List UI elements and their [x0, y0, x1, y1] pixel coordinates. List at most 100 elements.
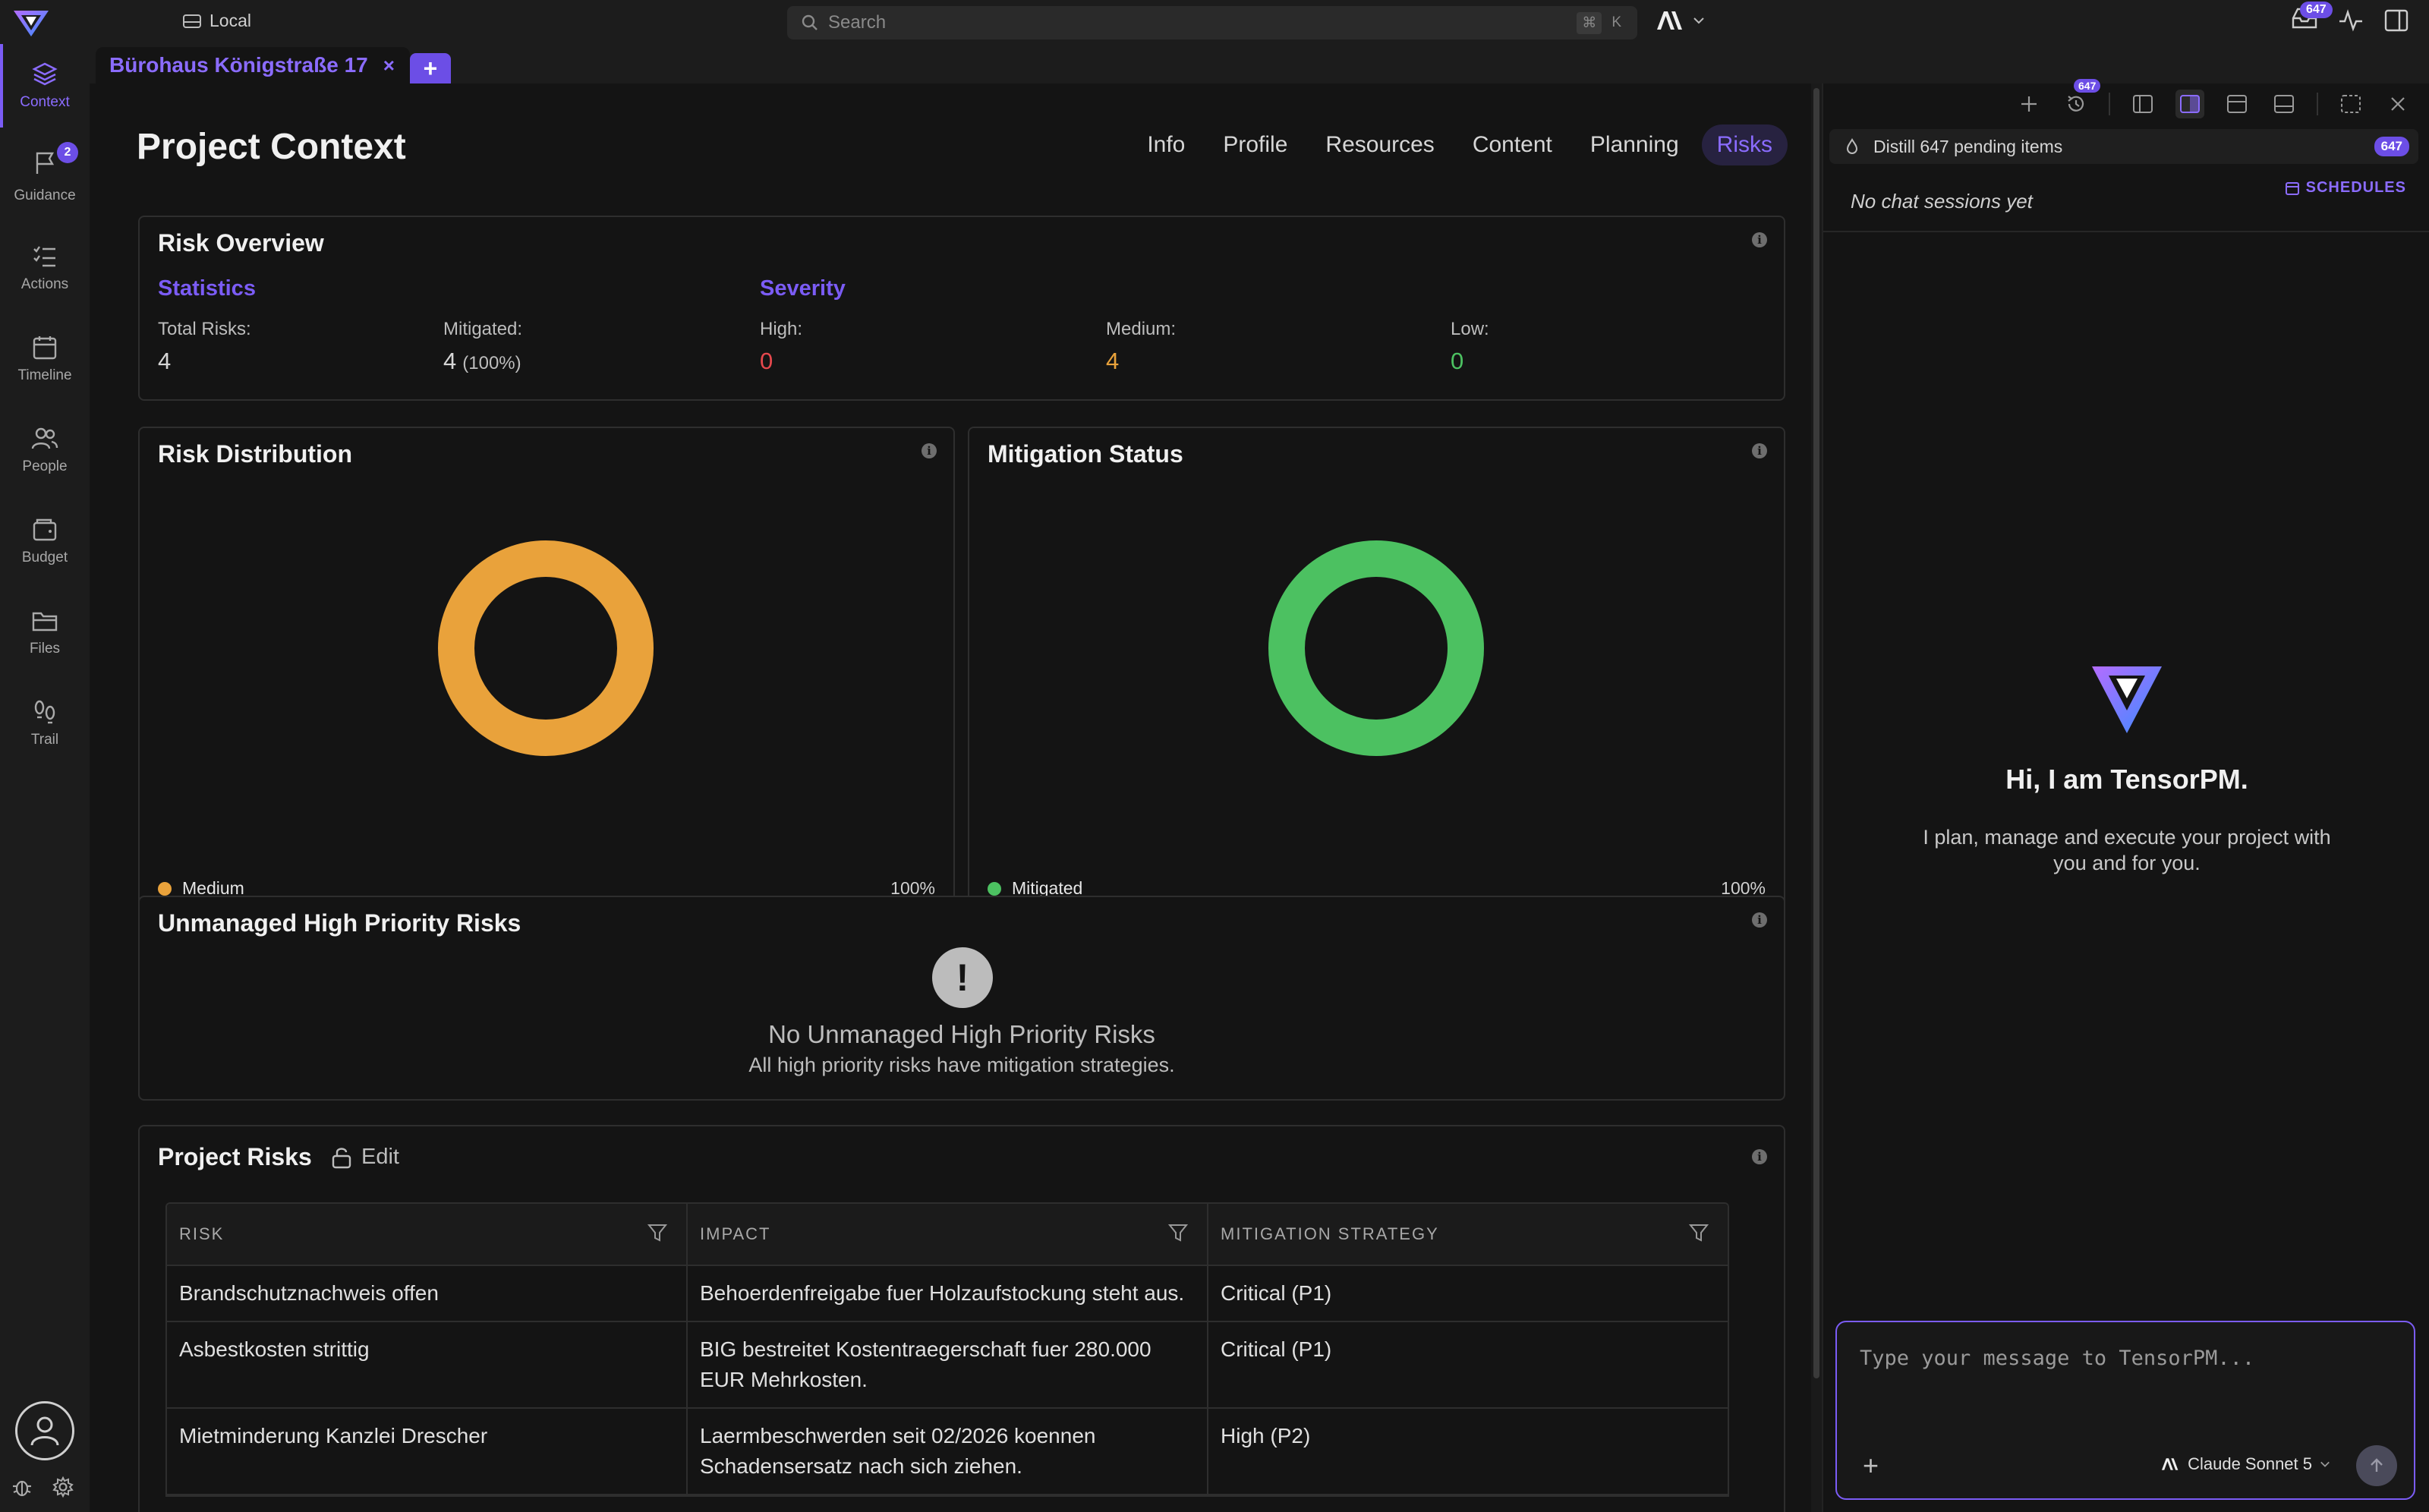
tab-profile[interactable]: Profile: [1208, 124, 1303, 165]
risk-distribution-card: Risk Distribution i Medium 100%: [138, 427, 955, 931]
layout-split-icon: [2180, 95, 2200, 113]
add-tab-button[interactable]: +: [410, 53, 451, 83]
arrow-up-icon: [2371, 1458, 2383, 1472]
risk-cell: Asbestkosten strittig: [167, 1322, 688, 1407]
panel-toolbar: 647: [2015, 79, 2412, 118]
sidebar-item-label: Timeline: [17, 367, 72, 383]
attach-icon[interactable]: +: [1863, 1450, 1879, 1482]
filter-icon[interactable]: [1688, 1222, 1709, 1243]
sidebar-item-label: Budget: [21, 550, 68, 565]
toolbar-divider: [2317, 93, 2318, 115]
tab-risks[interactable]: Risks: [1701, 124, 1788, 165]
mitigation-status-card: Mitigation Status i Mitigated 100%: [968, 427, 1785, 931]
high-label: High:: [760, 319, 803, 339]
info-icon[interactable]: i: [1752, 1149, 1767, 1164]
column-header-mitigation[interactable]: MITIGATION STRATEGY: [1208, 1204, 1728, 1265]
column-header-impact[interactable]: IMPACT: [688, 1204, 1208, 1265]
lock-icon: [332, 1147, 351, 1168]
close-tab-icon[interactable]: ×: [383, 54, 395, 77]
info-icon[interactable]: i: [1752, 912, 1767, 928]
unmanaged-risks-title: Unmanaged High Priority Risks: [158, 909, 521, 937]
low-label: Low:: [1451, 319, 1489, 339]
mitigated-percent: (100%): [462, 353, 521, 373]
tab-info[interactable]: Info: [1132, 124, 1200, 165]
inbox-badge: 647: [2300, 2, 2333, 18]
workspace-location[interactable]: Local: [182, 11, 251, 31]
unmanaged-risks-card: Unmanaged High Priority Risks i ! No Unm…: [138, 896, 1785, 1101]
search-placeholder: Search: [828, 12, 887, 33]
k-key: K: [1611, 14, 1621, 30]
sidebar-item-actions[interactable]: Actions: [0, 226, 90, 310]
anthropic-icon: [2162, 1458, 2179, 1470]
panel-toggle-icon[interactable]: [2383, 8, 2409, 33]
sidebar-item-label: Context: [20, 94, 70, 110]
table-row[interactable]: Brandschutznachweis offen Behoerdenfreig…: [167, 1266, 1728, 1322]
wallet-icon: [33, 518, 57, 541]
scrollbar-thumb[interactable]: [1813, 88, 1819, 1378]
layout-top-icon: [2227, 95, 2247, 113]
layout-split-button[interactable]: [2175, 90, 2204, 118]
distill-count-badge: 647: [2374, 137, 2409, 156]
close-panel-button[interactable]: [2383, 90, 2412, 118]
send-button[interactable]: [2356, 1445, 2397, 1486]
table-row[interactable]: Mietminderung Kanzlei Drescher Laermbesc…: [167, 1409, 1728, 1495]
tensorpm-logo-icon[interactable]: [11, 6, 52, 39]
new-chat-button[interactable]: [2015, 90, 2043, 118]
bug-icon[interactable]: [11, 1476, 33, 1498]
info-icon[interactable]: i: [1752, 232, 1767, 247]
layout-bottom-button[interactable]: [2270, 90, 2298, 118]
column-header-risk[interactable]: RISK: [167, 1204, 688, 1265]
layout-top-button[interactable]: [2223, 90, 2251, 118]
risk-cell: Brandschutznachweis offen: [167, 1266, 688, 1321]
info-icon[interactable]: i: [922, 443, 937, 458]
sidebar-item-context[interactable]: Context: [0, 44, 90, 128]
gear-icon[interactable]: [52, 1476, 74, 1498]
folder-icon: [32, 612, 58, 632]
user-avatar[interactable]: [15, 1401, 74, 1460]
donut-slice-mitigated[interactable]: [1268, 540, 1484, 756]
impact-cell: BIG bestreitet Kostentraegerschaft fuer …: [688, 1322, 1208, 1407]
ai-provider-menu[interactable]: [1655, 9, 1705, 32]
alert-icon: !: [932, 947, 993, 1008]
edit-button[interactable]: Edit: [331, 1145, 399, 1170]
statistics-heading: Statistics: [158, 276, 256, 301]
model-selector[interactable]: Claude Sonnet 5: [2160, 1454, 2330, 1474]
impact-cell: Behoerdenfreigabe fuer Holzaufstockung s…: [688, 1266, 1208, 1321]
filter-icon[interactable]: [1167, 1222, 1189, 1243]
schedules-button[interactable]: SCHEDULES: [2285, 179, 2406, 197]
no-sessions-text: No chat sessions yet: [1851, 190, 2033, 213]
mitigation-cell: High (P2): [1221, 1424, 1311, 1447]
activity-icon[interactable]: [2338, 8, 2364, 33]
tab-planning[interactable]: Planning: [1575, 124, 1694, 165]
anthropic-icon: [1657, 11, 1682, 30]
distill-pending-button[interactable]: Distill 647 pending items 647: [1829, 129, 2418, 164]
info-icon[interactable]: i: [1752, 443, 1767, 458]
inbox-button[interactable]: 647: [2291, 2, 2333, 34]
mitigation-status-title: Mitigation Status: [988, 440, 1183, 468]
sidebar-item-files[interactable]: Files: [0, 591, 90, 674]
column-label: MITIGATION STRATEGY: [1221, 1224, 1439, 1243]
tab-content[interactable]: Content: [1457, 124, 1567, 165]
sidebar-item-timeline[interactable]: Timeline: [0, 317, 90, 401]
sidebar-item-guidance[interactable]: 2 Guidance: [0, 135, 90, 219]
popout-button[interactable]: [2336, 90, 2365, 118]
project-tab[interactable]: Bürohaus Königstraße 17 ×: [96, 47, 410, 83]
table-row[interactable]: Asbestkosten strittig BIG bestreitet Kos…: [167, 1322, 1728, 1409]
chevron-down-icon: [2320, 1461, 2330, 1467]
search-icon: [802, 14, 818, 30]
project-risks-card: Project Risks Edit i RISK IMPACT MITIGAT…: [138, 1125, 1785, 1512]
chevron-down-icon: [1693, 17, 1704, 24]
filter-icon[interactable]: [647, 1222, 668, 1243]
donut-slice-medium[interactable]: [438, 540, 654, 756]
layout-left-button[interactable]: [2128, 90, 2157, 118]
main-scrollbar[interactable]: [1811, 83, 1822, 1512]
panel-divider: [1823, 231, 2429, 232]
chat-input[interactable]: Type your message to TensorPM... + Claud…: [1835, 1321, 2415, 1500]
empty-state-title: No Unmanaged High Priority Risks: [768, 1020, 1155, 1048]
tab-resources[interactable]: Resources: [1310, 124, 1449, 165]
sidebar-item-budget[interactable]: Budget: [0, 499, 90, 583]
sidebar-item-people[interactable]: People: [0, 408, 90, 492]
search-input[interactable]: Search ⌘ K: [787, 6, 1637, 39]
history-button[interactable]: 647: [2062, 79, 2101, 118]
sidebar-item-trail[interactable]: Trail: [0, 682, 90, 765]
